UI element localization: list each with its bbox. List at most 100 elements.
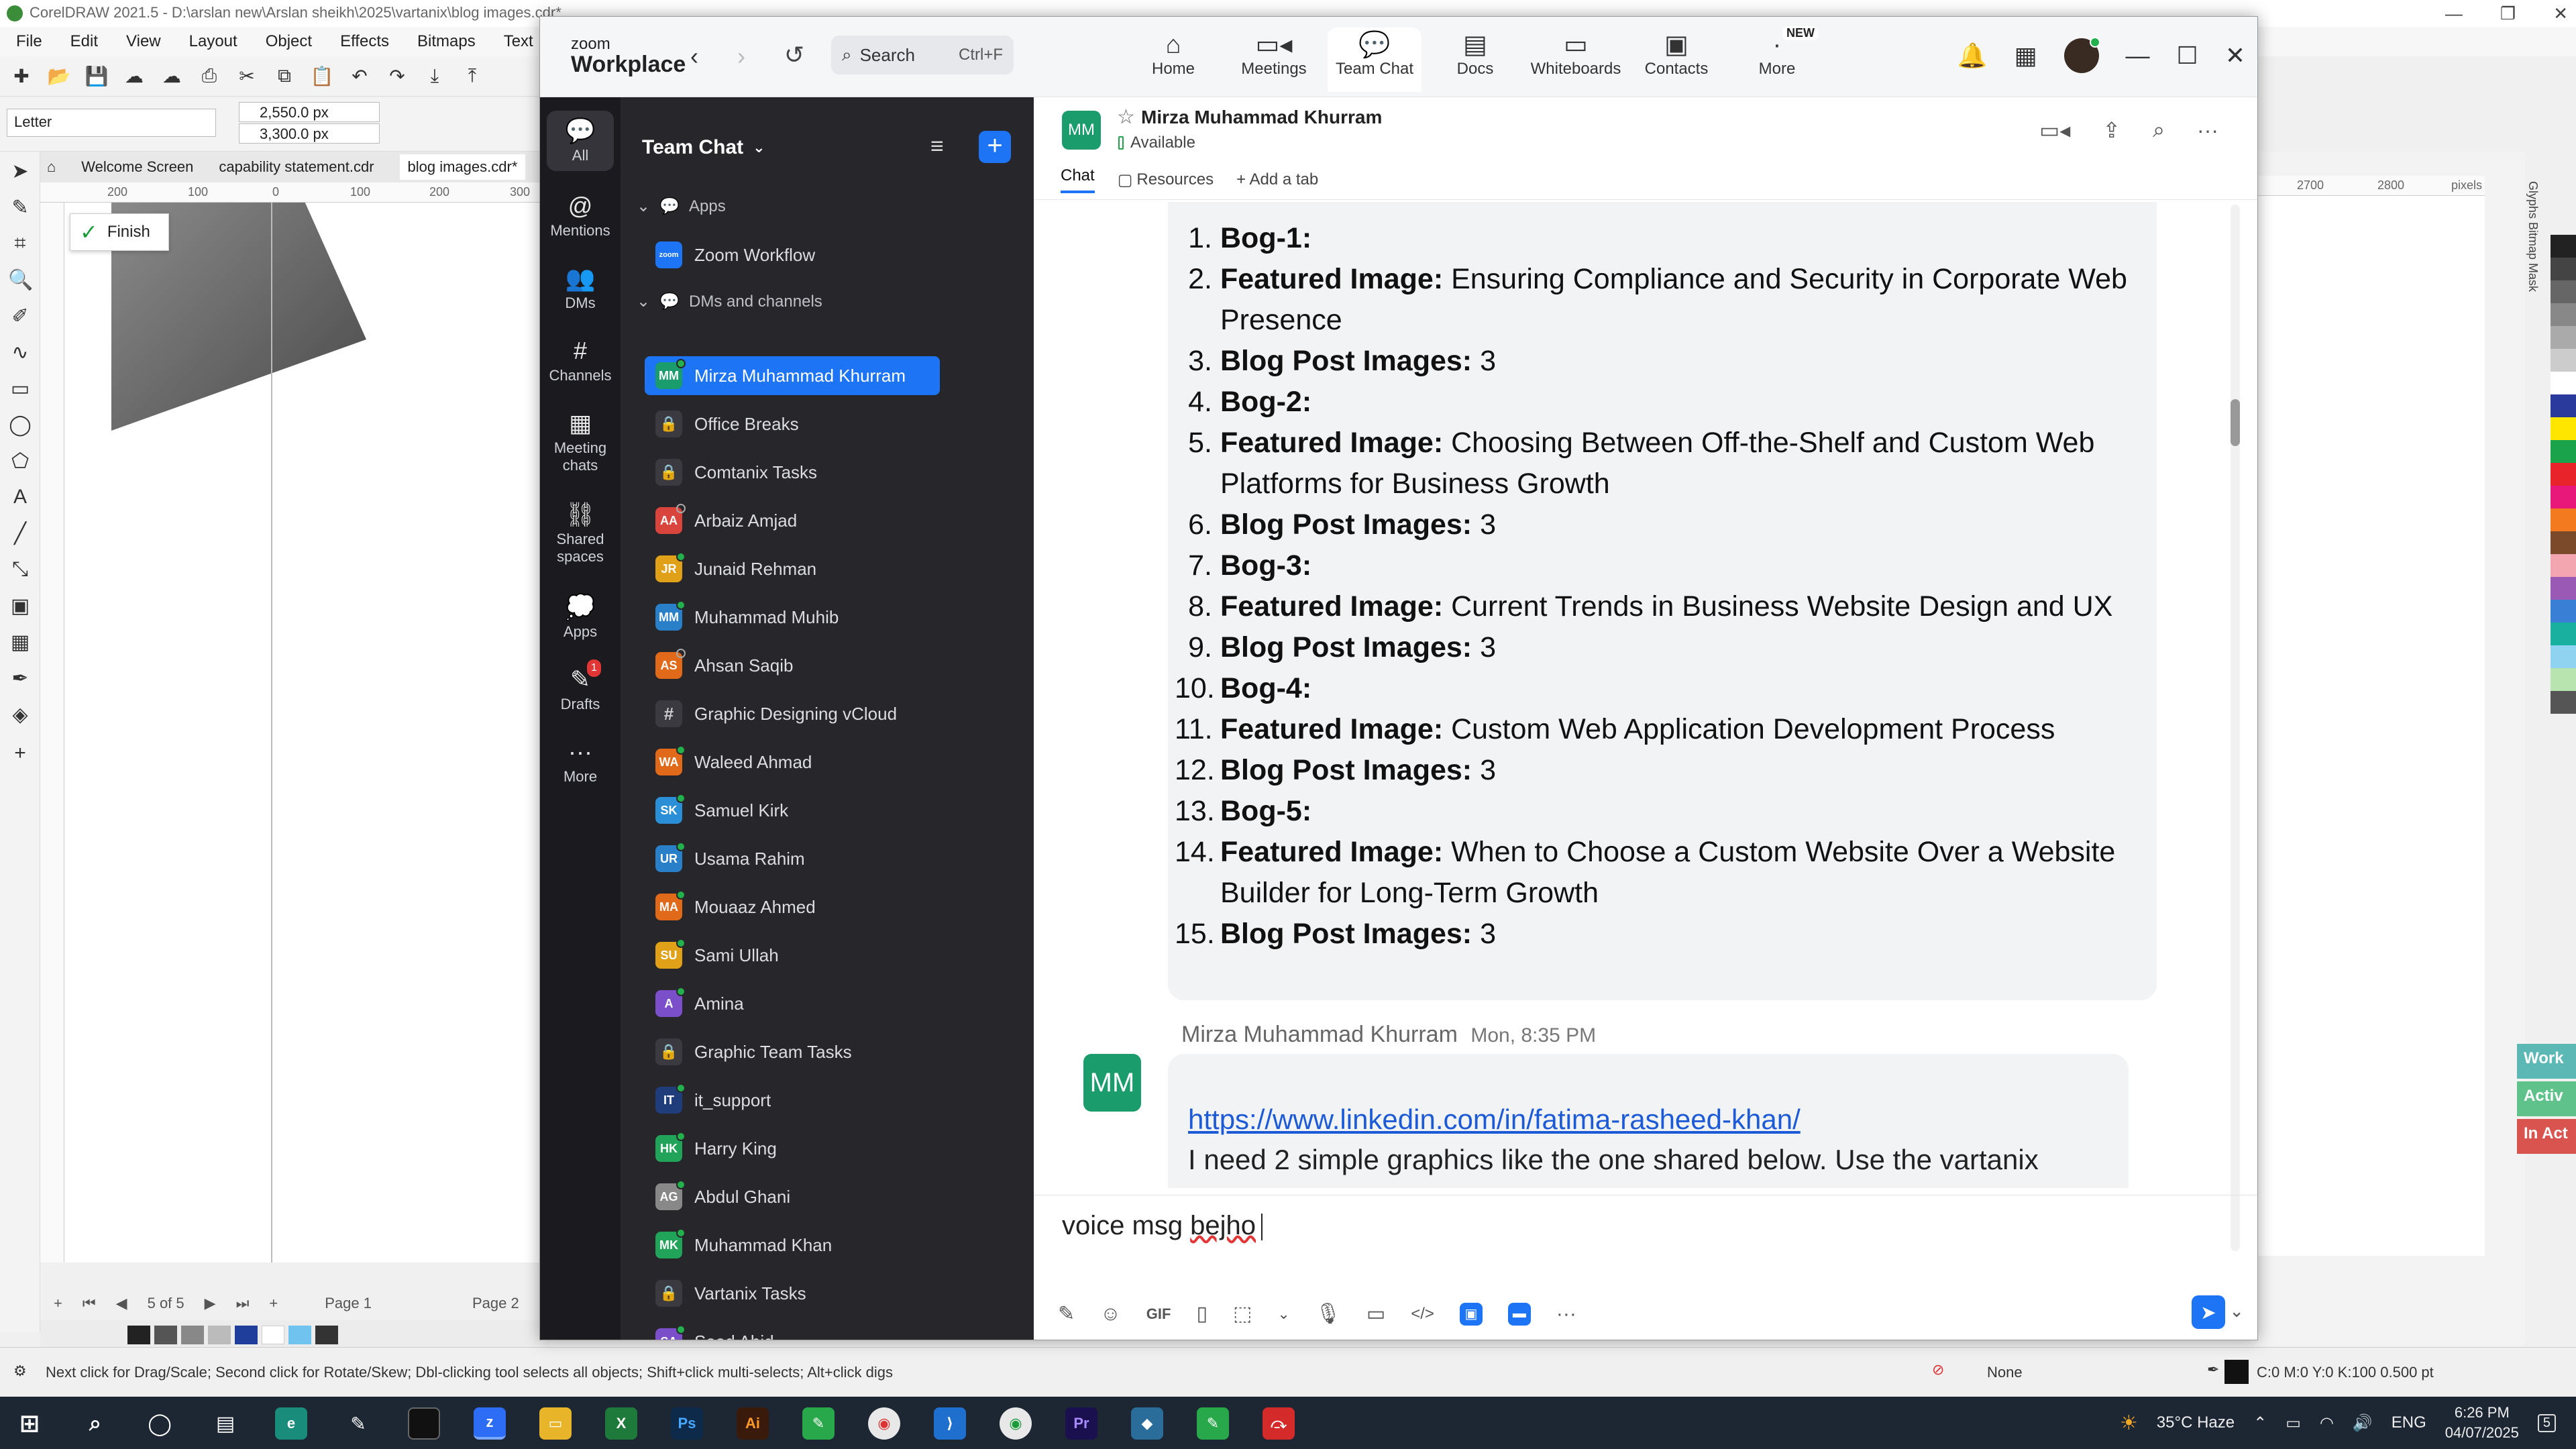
sidebar-item[interactable]: AA Arbaiz Amjad xyxy=(645,501,940,540)
import-icon[interactable]: ⤓ xyxy=(421,63,448,90)
export-icon[interactable]: ⤒ xyxy=(459,63,486,90)
color-swatch[interactable] xyxy=(2551,645,2576,668)
filter-icon[interactable]: ≡ xyxy=(930,133,944,160)
section-apps[interactable]: ⌄ 💬 Apps xyxy=(637,197,726,216)
color-swatch[interactable] xyxy=(2551,691,2576,714)
next-page-icon[interactable]: ▶ xyxy=(205,1295,216,1312)
file-icon[interactable]: ▯ xyxy=(1196,1302,1208,1326)
contact-avatar[interactable]: MM xyxy=(1062,111,1101,150)
chevron-down-icon[interactable]: ⌄ xyxy=(1277,1305,1289,1323)
calendar-icon[interactable]: ▦ xyxy=(2015,42,2037,70)
rail-channels[interactable]: # Channels xyxy=(547,335,614,384)
nav-more[interactable]: · More NEW xyxy=(1730,26,1824,92)
connector-tool-icon[interactable]: ⤡ xyxy=(8,558,32,582)
corel-tray-icon[interactable]: ✎ xyxy=(342,1407,374,1440)
shadow-tool-icon[interactable]: ▣ xyxy=(8,594,32,619)
sidebar-item[interactable]: 🔒 Comtanix Tasks xyxy=(645,453,940,492)
sidebar-item[interactable]: HK Harry King xyxy=(645,1129,940,1168)
close-icon[interactable]: ✕ xyxy=(2553,3,2568,24)
cloud-upload-icon[interactable]: ☁ xyxy=(158,63,185,90)
sidebar-item[interactable]: JR Junaid Rehman xyxy=(645,549,940,588)
format-icon[interactable]: ✎ xyxy=(1058,1302,1075,1326)
search-icon[interactable]: ⌕ xyxy=(2153,117,2165,143)
color-swatch[interactable] xyxy=(2551,531,2576,554)
color-swatch[interactable] xyxy=(2551,508,2576,531)
weather-text[interactable]: 35°C Haze xyxy=(2157,1413,2235,1432)
photoshop-icon[interactable]: Ps xyxy=(671,1407,703,1440)
menu-effects[interactable]: Effects xyxy=(340,32,389,51)
app-icon[interactable]: ◆ xyxy=(1131,1407,1163,1440)
text-tool-icon[interactable]: A xyxy=(8,486,32,510)
active-button[interactable]: Activ xyxy=(2517,1081,2576,1116)
swatch-lightblue[interactable] xyxy=(288,1326,311,1344)
zoom-taskbar-icon[interactable]: z xyxy=(474,1407,506,1440)
rail-mentions[interactable]: @ Mentions xyxy=(547,190,614,239)
tab-resources[interactable]: ▢ Resources xyxy=(1118,170,1214,190)
sidebar-item[interactable]: A Amina xyxy=(645,984,940,1023)
vscode-icon[interactable]: ⟩ xyxy=(934,1407,966,1440)
more-icon[interactable]: ··· xyxy=(1556,1303,1576,1326)
tab-add[interactable]: + Add a tab xyxy=(1236,170,1318,189)
sidebar-item[interactable]: MA Mouaaz Ahmed xyxy=(645,888,940,926)
color-swatch[interactable] xyxy=(2551,303,2576,326)
swatch-lightgray[interactable] xyxy=(208,1326,231,1344)
cut-icon[interactable]: ✂ xyxy=(233,63,260,90)
color-swatch[interactable] xyxy=(2551,623,2576,645)
color-swatch[interactable] xyxy=(2551,486,2576,508)
page-width-field[interactable]: 2,550.0 px xyxy=(239,102,380,122)
new-document-icon[interactable]: ✚ xyxy=(8,63,35,90)
menu-view[interactable]: View xyxy=(126,32,161,51)
color-swatch[interactable] xyxy=(2551,577,2576,600)
message-link[interactable]: https://www.linkedin.com/in/fatima-rashe… xyxy=(1188,1104,1801,1136)
illustrator-icon[interactable]: Ai xyxy=(737,1407,769,1440)
volume-icon[interactable]: 🔊 xyxy=(2353,1413,2373,1433)
nav-whiteboards[interactable]: ▭ Whiteboards xyxy=(1529,28,1623,92)
add-chat-button[interactable]: + xyxy=(979,131,1011,163)
language-indicator[interactable]: ENG xyxy=(2392,1413,2426,1432)
more-options-icon[interactable]: ··· xyxy=(2197,118,2218,143)
swatch-black[interactable] xyxy=(127,1326,150,1344)
first-page-icon[interactable]: ⏮ xyxy=(83,1295,96,1312)
sidebar-item[interactable]: 🔒 Vartanix Tasks xyxy=(645,1274,940,1313)
forward-arrow-icon[interactable]: › xyxy=(737,42,745,70)
sidebar-item[interactable]: 🔒 Graphic Team Tasks xyxy=(645,1032,940,1071)
nav-home[interactable]: ⌂ Home xyxy=(1126,28,1220,92)
chrome-profile-icon[interactable]: ◉ xyxy=(1000,1407,1032,1440)
print-icon[interactable]: ⎙ xyxy=(196,63,223,90)
chevron-up-icon[interactable]: ⌃ xyxy=(2253,1413,2267,1433)
add-tool-icon[interactable]: + xyxy=(8,742,32,766)
excel-icon[interactable]: X xyxy=(605,1407,637,1440)
sidebar-item[interactable]: MM Mirza Muhammad Khurram xyxy=(645,356,940,395)
sidebar-item[interactable]: AG Abdul Ghani xyxy=(645,1177,940,1216)
color-swatch[interactable] xyxy=(2551,668,2576,691)
contact-name[interactable]: Mirza Muhammad Khurram xyxy=(1141,107,1382,128)
transparency-tool-icon[interactable]: ▦ xyxy=(8,631,32,655)
add-page-icon[interactable]: + xyxy=(54,1295,62,1312)
freehand-tool-icon[interactable]: ✐ xyxy=(8,305,32,329)
back-arrow-icon[interactable]: ‹ xyxy=(690,42,698,70)
sidebar-title[interactable]: Team Chat ⌄ xyxy=(642,136,765,159)
app1-icon[interactable]: ▣ xyxy=(1459,1302,1483,1326)
eyedropper-tool-icon[interactable]: ✒ xyxy=(8,667,32,691)
send-button[interactable]: ➤ xyxy=(2192,1295,2225,1329)
app2-icon[interactable]: ▬ xyxy=(1507,1302,1531,1326)
swatch-white[interactable] xyxy=(262,1326,284,1344)
mic-icon[interactable]: 🎙 xyxy=(1316,1302,1341,1326)
drawing-canvas-right[interactable] xyxy=(2257,196,2485,1256)
profile-avatar[interactable] xyxy=(2063,37,2100,73)
swatch-darkgray[interactable] xyxy=(154,1326,177,1344)
code-icon[interactable]: </> xyxy=(1411,1305,1434,1324)
menu-text[interactable]: Text xyxy=(504,32,533,51)
last-page-icon[interactable]: ⏭ xyxy=(236,1295,250,1312)
video-call-icon[interactable]: ▭◂ xyxy=(2039,117,2070,143)
color-swatch[interactable] xyxy=(2551,258,2576,280)
tab-chat[interactable]: Chat xyxy=(1061,166,1095,193)
copy-icon[interactable]: ⧉ xyxy=(271,63,298,90)
star-icon[interactable]: ☆ xyxy=(1117,105,1135,129)
page-height-field[interactable]: 3,300.0 px xyxy=(239,123,380,144)
share-screen-icon[interactable]: ⇪ xyxy=(2102,117,2121,143)
menu-edit[interactable]: Edit xyxy=(70,32,98,51)
rail-apps[interactable]: 💭 Apps xyxy=(547,591,614,641)
drawing-canvas[interactable] xyxy=(64,203,550,1263)
sidebar-item[interactable]: WA Waleed Ahmad xyxy=(645,743,940,782)
